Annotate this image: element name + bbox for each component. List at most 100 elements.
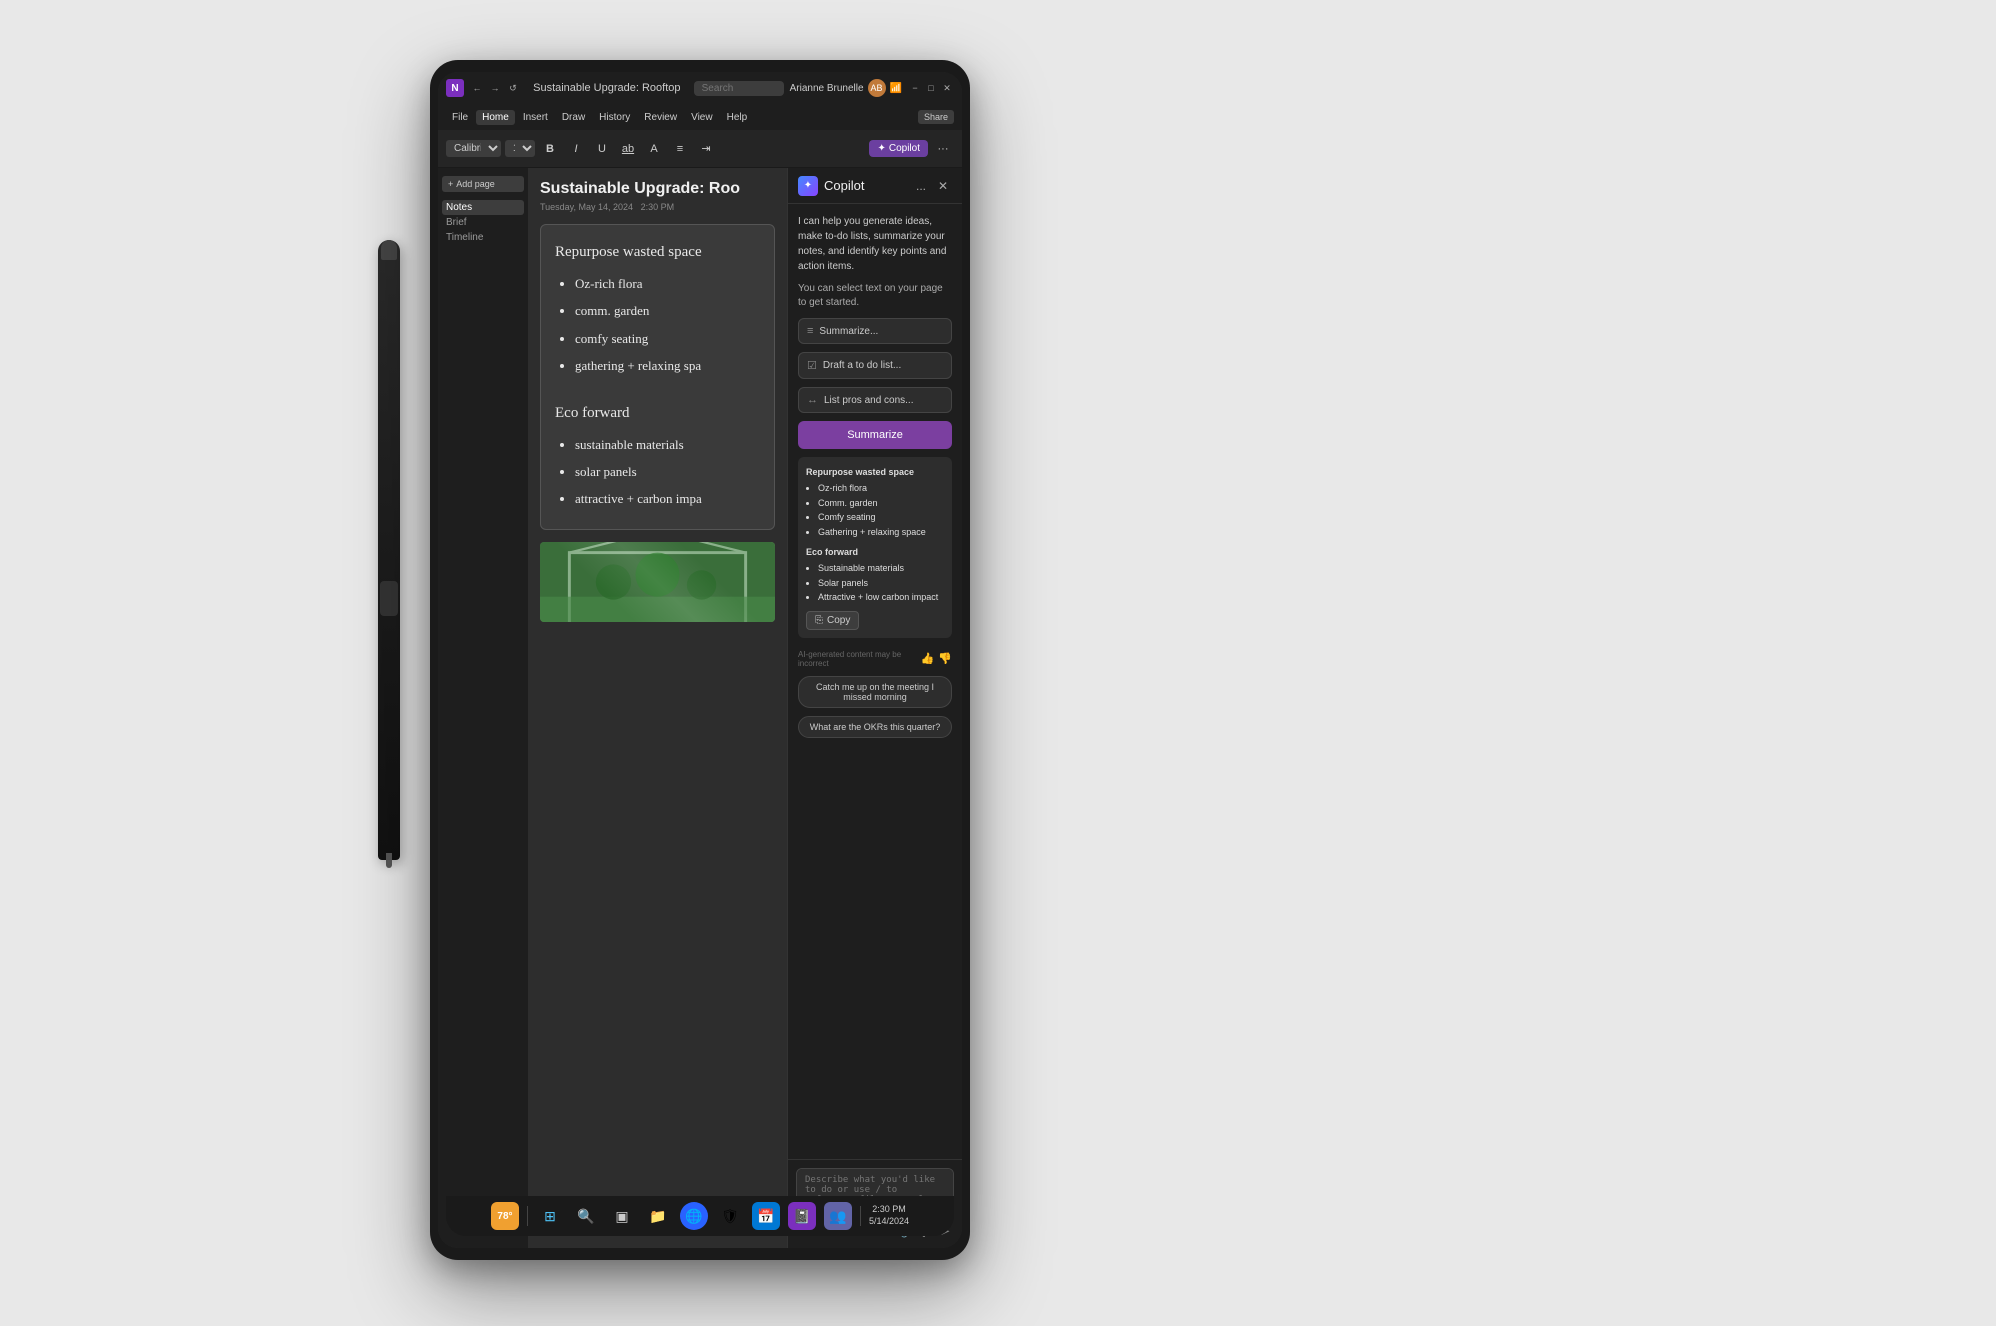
title-bar-controls: ← → ↺ (470, 81, 520, 95)
pros-cons-suggestion-btn[interactable]: ↔ List pros and cons... (798, 387, 952, 413)
note-content[interactable]: Sustainable Upgrade: Roo Tuesday, May 14… (528, 168, 787, 1248)
user-info: Arianne Brunelle AB 📶 (790, 79, 902, 97)
handwritten-list-1: Oz-rich flora comm. garden comfy seating… (555, 272, 760, 378)
bullet-btn[interactable]: ≡ (669, 138, 691, 160)
maximize-btn[interactable]: □ (924, 81, 938, 95)
add-page-label: Add page (456, 179, 495, 189)
add-page-btn[interactable]: + Add page (442, 176, 524, 192)
list-item: attractive + carbon impa (575, 487, 760, 510)
more-ribbon-btn[interactable]: ··· (932, 138, 954, 160)
sidebar-section-timeline[interactable]: Timeline (442, 230, 524, 245)
search-input[interactable] (694, 81, 784, 96)
taskbar-onenote[interactable]: 📓 (788, 1202, 816, 1230)
summary-box: Repurpose wasted space Oz-rich flora Com… (798, 457, 952, 638)
share-btn[interactable]: Share (918, 110, 954, 124)
summary-item: Attractive + low carbon impact (818, 590, 944, 604)
stylus-tip (386, 853, 392, 868)
refresh-btn[interactable]: ↺ (506, 81, 520, 95)
feedback-icons: 👍 👎 (921, 652, 952, 665)
taskbar-teams[interactable]: 👥 (824, 1202, 852, 1230)
menu-home[interactable]: Home (476, 110, 515, 125)
menu-view[interactable]: View (685, 110, 719, 125)
copy-icon: ⎘ (815, 615, 823, 626)
taskbar-weather: 78° (491, 1202, 519, 1230)
list-item: comfy seating (575, 327, 760, 350)
todo-suggestion-btn[interactable]: ☑ Draft a to do list... (798, 352, 952, 379)
copilot-body: I can help you generate ideas, make to-d… (788, 204, 962, 1159)
tablet-screen: N ← → ↺ Sustainable Upgrade: Rooftop Ari… (438, 72, 962, 1248)
handwritten-heading-2: Eco forward (555, 400, 760, 427)
ai-disclaimer: AI-generated content may be incorrect 👍 … (798, 650, 952, 668)
underline-btn[interactable]: U (591, 138, 613, 160)
summary-item: Comfy seating (818, 510, 944, 524)
scene: N ← → ↺ Sustainable Upgrade: Rooftop Ari… (0, 0, 1996, 1326)
summarize-label: Summarize... (819, 326, 878, 337)
taskbar-time: 2:30 PM 5/14/2024 (869, 1204, 909, 1227)
taskbar-task-view[interactable]: ▣ (608, 1202, 636, 1230)
summary-item: Sustainable materials (818, 561, 944, 575)
summarize-icon: ≡ (807, 325, 813, 337)
list-item: gathering + relaxing spa (575, 354, 760, 377)
highlight-btn[interactable]: ab (617, 138, 639, 160)
list-item: comm. garden (575, 299, 760, 322)
copy-label: Copy (827, 615, 850, 626)
summarize-suggestion-btn[interactable]: ≡ Summarize... (798, 318, 952, 344)
copy-btn[interactable]: ⎘ Copy (806, 611, 859, 630)
taskbar-browser[interactable]: 🌐 (680, 1202, 708, 1230)
summary-list-2: Sustainable materials Solar panels Attra… (806, 561, 944, 604)
copilot-panel: ✦ Copilot ... ✕ I can help you generate … (787, 168, 962, 1248)
taskbar-windows-btn[interactable]: ⊞ (536, 1202, 564, 1230)
content-area: + Add page Notes Brief Timeline Sustaina… (438, 168, 962, 1248)
taskbar: 78° ⊞ 🔍 ▣ 📁 🌐 🛡 📅 📓 👥 2:30 PM 5/14/ (446, 1196, 954, 1236)
thumbs-down-icon[interactable]: 👎 (938, 652, 952, 665)
copilot-more-btn[interactable]: ... (912, 177, 930, 195)
taskbar-explorer[interactable]: 📁 (644, 1202, 672, 1230)
sidebar: + Add page Notes Brief Timeline (438, 168, 528, 1248)
menu-file[interactable]: File (446, 110, 474, 125)
menu-help[interactable]: Help (721, 110, 754, 125)
indent-btn[interactable]: ⇥ (695, 138, 717, 160)
menu-history[interactable]: History (593, 110, 636, 125)
prompt-suggestion-2[interactable]: What are the OKRs this quarter? (798, 716, 952, 738)
font-selector[interactable]: Calibri (446, 140, 501, 157)
taskbar-calendar[interactable]: 📅 (752, 1202, 780, 1230)
summary-heading-1: Repurpose wasted space (806, 465, 944, 479)
font-size-selector[interactable]: 11 (505, 140, 535, 157)
sidebar-section-brief[interactable]: Brief (442, 215, 524, 230)
menu-draw[interactable]: Draw (556, 110, 591, 125)
prompt-suggestion-1[interactable]: Catch me up on the meeting I missed morn… (798, 676, 952, 708)
menu-review[interactable]: Review (638, 110, 683, 125)
summary-list-1: Oz-rich flora Comm. garden Comfy seating… (806, 481, 944, 539)
thumbs-up-icon[interactable]: 👍 (921, 652, 935, 665)
summary-item: Gathering + relaxing space (818, 525, 944, 539)
close-btn[interactable]: ✕ (940, 81, 954, 95)
font-color-btn[interactable]: A (643, 138, 665, 160)
menu-insert[interactable]: Insert (517, 110, 554, 125)
menu-bar: File Home Insert Draw History Review Vie… (438, 104, 962, 130)
copilot-title: Copilot (824, 178, 906, 193)
copilot-ribbon-label: Copilot (889, 143, 920, 154)
taskbar-search-btn[interactable]: 🔍 (572, 1202, 600, 1230)
sidebar-section-notes[interactable]: Notes (442, 200, 524, 215)
forward-btn[interactable]: → (488, 81, 502, 95)
user-name: Arianne Brunelle (790, 83, 864, 94)
taskbar-defender[interactable]: 🛡 (716, 1202, 744, 1230)
copilot-header: ✦ Copilot ... ✕ (788, 168, 962, 204)
back-btn[interactable]: ← (470, 81, 484, 95)
copilot-close-btn[interactable]: ✕ (934, 177, 952, 195)
pros-cons-icon: ↔ (807, 394, 818, 406)
window-buttons: − □ ✕ (908, 81, 954, 95)
title-bar: N ← → ↺ Sustainable Upgrade: Rooftop Ari… (438, 72, 962, 104)
bold-btn[interactable]: B (539, 138, 561, 160)
summary-item: Comm. garden (818, 496, 944, 510)
ai-disclaimer-text: AI-generated content may be incorrect (798, 650, 913, 668)
summarize-btn[interactable]: Summarize (798, 421, 952, 449)
handwritten-heading-1: Repurpose wasted space (555, 239, 760, 266)
summary-item: Oz-rich flora (818, 481, 944, 495)
stylus-button (380, 581, 398, 616)
summary-heading-2: Eco forward (806, 545, 944, 559)
italic-btn[interactable]: I (565, 138, 587, 160)
minimize-btn[interactable]: − (908, 81, 922, 95)
taskbar-separator (527, 1206, 528, 1226)
copilot-ribbon-btn[interactable]: ✦ Copilot (869, 140, 928, 157)
